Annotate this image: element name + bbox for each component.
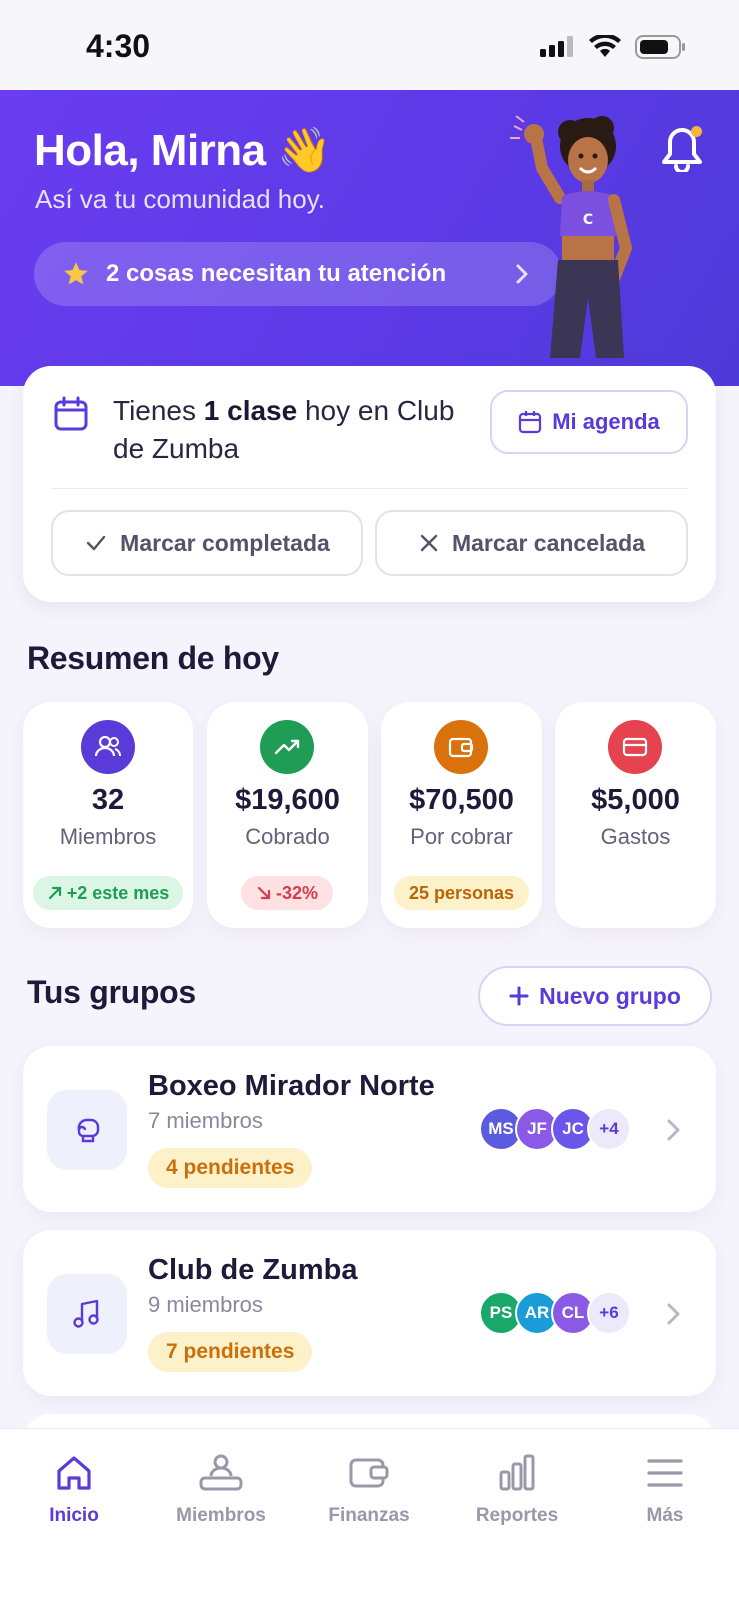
mark-cancelled-label: Marcar cancelada [451,529,646,556]
battery-icon [635,35,685,59]
chevron-right-icon [667,1119,680,1141]
music-note-icon [47,1274,127,1354]
today-class-card: Tienes 1 clase hoy en Club de Zumba Mi a… [23,366,716,602]
trending-up-icon [260,720,314,774]
stat-card-expenses[interactable]: $5,000 Gastos [555,702,716,928]
group-members: 9 miembros [148,1292,263,1317]
plus-icon [509,986,529,1006]
nav-label: Reportes [475,1505,559,1526]
greeting-title: Hola, Mirna 👋 [34,126,332,175]
stat-badge: +2 este mes [33,876,183,910]
avatar-more: +6 [587,1291,631,1335]
card-icon [608,720,662,774]
members-icon [161,1449,281,1497]
my-agenda-button[interactable]: Mi agenda [490,390,688,454]
arrow-down-right-icon [257,886,271,900]
menu-icon [605,1449,725,1497]
nav-item-miembros[interactable]: Miembros [161,1449,281,1527]
divider [51,488,688,489]
stat-badge: -32% [241,876,333,910]
calendar-icon [54,396,88,431]
group-card[interactable]: Club de Zumba 9 miembros 7 pendientes PS… [23,1230,716,1396]
nav-label: Finanzas [328,1505,410,1526]
stat-value: $70,500 [409,784,514,816]
stat-value: $19,600 [235,784,340,816]
group-name: Club de Zumba [148,1254,358,1286]
bottom-nav: Inicio Miembros Finanzas Reportes Más [0,1428,739,1600]
nav-label: Inicio [49,1505,99,1526]
close-icon [420,534,438,552]
chevron-right-icon [667,1303,680,1325]
stat-card-collected[interactable]: $19,600 Cobrado -32% [207,702,368,928]
nav-item-inicio[interactable]: Inicio [14,1449,134,1527]
pending-badge: 7 pendientes [148,1332,313,1372]
calendar-icon [519,411,542,434]
avatar-more: +4 [587,1107,631,1151]
stat-label: Gastos [600,824,671,849]
today-class-text: Tienes 1 clase hoy en Club de Zumba [113,395,455,464]
hero-banner: Hola, Mirna 👋 Así va tu comunidad hoy. 2… [0,90,739,386]
stat-label: Miembros [59,824,157,849]
status-icons [539,34,687,60]
wifi-icon [589,35,621,57]
my-agenda-label: Mi agenda [552,409,660,434]
stat-value: $5,000 [591,784,680,816]
status-bar: 4:30 [0,0,739,90]
new-group-button[interactable]: Nuevo grupo [478,966,712,1026]
check-icon [86,535,106,551]
groups-title: Tus grupos [27,974,196,1010]
stat-value: 32 [91,784,125,816]
nav-item-finanzas[interactable]: Finanzas [309,1449,429,1527]
home-icon [14,1449,134,1497]
group-members: 7 miembros [148,1108,263,1133]
wallet-icon [309,1449,429,1497]
stat-label: Cobrado [245,824,330,849]
star-icon [64,262,88,285]
nav-label: Más [646,1505,684,1526]
group-card[interactable]: Boxeo Mirador Norte 7 miembros 4 pendien… [23,1046,716,1212]
mark-completed-label: Marcar completada [120,529,330,556]
mark-cancelled-button[interactable]: Marcar cancelada [375,510,688,576]
boxing-glove-icon [47,1090,127,1170]
signal-icon [540,36,573,57]
summary-title: Resumen de hoy [27,640,279,676]
svg-text:C: C [583,212,593,228]
arrow-up-right-icon [48,886,61,900]
stat-card-members[interactable]: 32 Miembros +2 este mes [23,702,193,928]
mascot-illustration: C [510,115,633,358]
stat-card-receivable[interactable]: $70,500 Por cobrar 25 personas [381,702,542,928]
attention-button[interactable]: 2 cosas necesitan tu atención [34,242,562,306]
mark-completed-button[interactable]: Marcar completada [51,510,363,576]
new-group-label: Nuevo grupo [539,982,681,1009]
attention-label: 2 cosas necesitan tu atención [106,260,447,287]
bar-chart-icon [457,1449,577,1497]
stat-badge: 25 personas [394,876,529,910]
users-icon [81,720,135,774]
nav-item-reportes[interactable]: Reportes [457,1449,577,1527]
stat-label: Por cobrar [410,824,513,849]
nav-label: Miembros [176,1505,266,1526]
notification-dot [691,126,702,137]
status-time: 4:30 [86,28,151,64]
nav-item-mas[interactable]: Más [605,1449,725,1527]
pending-badge: 4 pendientes [148,1148,313,1188]
wallet-icon [434,720,488,774]
greeting-subtitle: Así va tu comunidad hoy. [35,184,326,214]
group-name: Boxeo Mirador Norte [148,1070,435,1102]
